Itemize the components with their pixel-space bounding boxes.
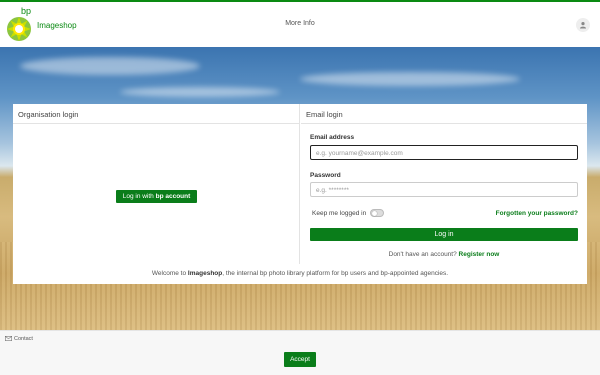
user-menu-button[interactable] [576, 18, 590, 32]
no-account-text: Don't have an account? Register now [388, 251, 500, 258]
login-panel: Organisation login Log in with bp accoun… [13, 104, 587, 284]
mail-icon [5, 336, 13, 342]
register-now-link[interactable]: Register now [459, 251, 500, 258]
contact-link[interactable]: Contact [5, 336, 33, 342]
cookie-footer: Contact Accept [0, 330, 600, 375]
login-button[interactable]: Log in [310, 228, 578, 241]
more-info-link[interactable]: More Info [0, 20, 600, 27]
email-login-title: Email login [301, 104, 587, 124]
login-with-bp-account-button[interactable]: Log in with bp account [116, 190, 197, 203]
header: bp Imageshop More Info [0, 2, 600, 47]
forgot-password-link[interactable]: Forgotten your password? [496, 210, 578, 217]
user-icon [580, 22, 586, 29]
bp-wordmark: bp [21, 6, 32, 16]
organisation-login-title: Organisation login [13, 104, 299, 124]
welcome-text: Welcome to Imageshop, the internal bp ph… [151, 270, 449, 277]
accept-button[interactable]: Accept [284, 352, 316, 367]
keep-logged-in-toggle[interactable] [370, 209, 384, 217]
email-label: Email address [310, 134, 355, 141]
password-field[interactable]: e.g. ******** [310, 182, 578, 197]
password-label: Password [310, 172, 341, 179]
email-field[interactable]: e.g. yourname@example.com [310, 145, 578, 160]
keep-logged-in-label: Keep me logged in [312, 210, 367, 217]
organisation-login-section: Organisation login Log in with bp accoun… [13, 104, 300, 264]
email-login-section: Email login Email address e.g. yourname@… [301, 104, 587, 264]
